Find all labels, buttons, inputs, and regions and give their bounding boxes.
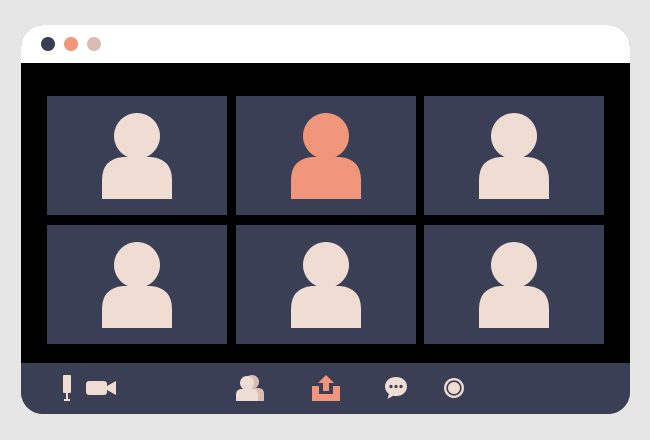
- microphone-icon: [63, 375, 71, 401]
- person-icon: [102, 242, 172, 328]
- video-call-window: [21, 25, 630, 414]
- call-toolbar: [21, 363, 630, 414]
- participant-tile-4[interactable]: [47, 225, 227, 344]
- participant-tile-5[interactable]: [236, 225, 416, 344]
- share-screen-icon: [312, 375, 340, 401]
- window-titlebar: [21, 25, 630, 63]
- participant-tile-6[interactable]: [424, 225, 604, 344]
- person-icon: [291, 113, 361, 199]
- camera-button[interactable]: [84, 373, 118, 403]
- mute-button[interactable]: [59, 373, 75, 403]
- participant-grid: [21, 63, 630, 363]
- participant-tile-1[interactable]: [47, 96, 227, 215]
- record-icon: [444, 378, 464, 398]
- chat-icon: [385, 377, 407, 399]
- participants-button[interactable]: [233, 373, 267, 403]
- video-camera-icon: [86, 381, 116, 395]
- chat-button[interactable]: [382, 373, 410, 403]
- person-icon: [479, 113, 549, 199]
- window-minimize-dot[interactable]: [64, 37, 78, 51]
- person-icon: [102, 113, 172, 199]
- participants-icon: [236, 375, 264, 401]
- participant-tile-2-active-speaker[interactable]: [236, 96, 416, 215]
- window-maximize-dot[interactable]: [87, 37, 101, 51]
- participant-tile-3[interactable]: [424, 96, 604, 215]
- record-button[interactable]: [442, 373, 466, 403]
- share-screen-button[interactable]: [309, 373, 343, 403]
- window-close-dot[interactable]: [41, 37, 55, 51]
- person-icon: [479, 242, 549, 328]
- person-icon: [291, 242, 361, 328]
